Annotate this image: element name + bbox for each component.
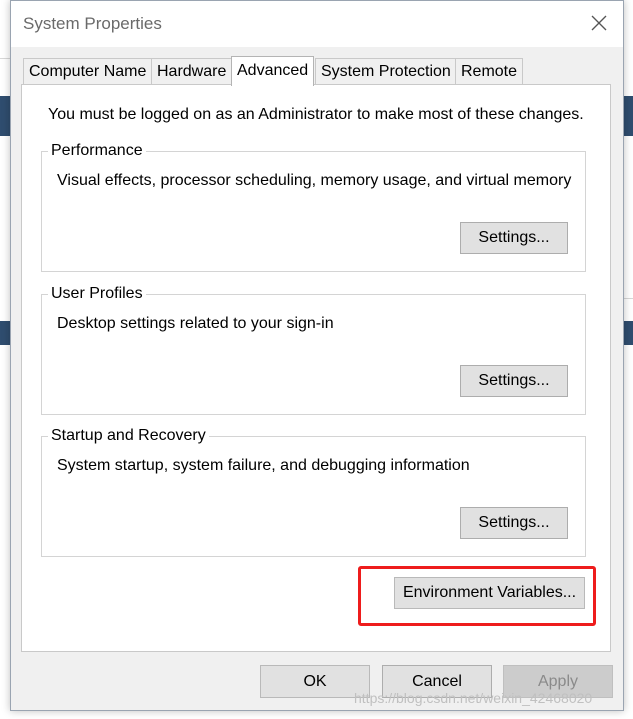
tab-computer-name[interactable]: Computer Name <box>23 58 153 84</box>
tab-advanced[interactable]: Advanced <box>231 56 315 86</box>
performance-title: Performance <box>48 142 146 160</box>
performance-group: Performance Visual effects, processor sc… <box>41 142 586 272</box>
watermark: https://blog.csdn.net/weixin_42468020 <box>354 690 593 706</box>
startup-recovery-title: Startup and Recovery <box>48 427 209 445</box>
highlight-box <box>358 566 596 626</box>
performance-description: Visual effects, processor scheduling, me… <box>57 172 572 189</box>
user-profiles-title: User Profiles <box>48 285 146 303</box>
user-profiles-settings-button[interactable]: Settings... <box>460 365 568 397</box>
user-profiles-group: User Profiles Desktop settings related t… <box>41 285 586 415</box>
startup-recovery-group: Startup and Recovery System startup, sys… <box>41 427 586 557</box>
admin-note: You must be logged on as an Administrato… <box>48 106 584 123</box>
tab-remote[interactable]: Remote <box>455 58 524 84</box>
title-bar: System Properties <box>11 1 623 47</box>
close-icon[interactable] <box>585 9 613 37</box>
startup-recovery-description: System startup, system failure, and debu… <box>57 457 470 474</box>
tab-system-protection[interactable]: System Protection <box>315 58 457 84</box>
user-profiles-description: Desktop settings related to your sign-in <box>57 315 334 332</box>
tab-hardware[interactable]: Hardware <box>151 58 233 84</box>
startup-recovery-settings-button[interactable]: Settings... <box>460 507 568 539</box>
performance-settings-button[interactable]: Settings... <box>460 222 568 254</box>
window-title: System Properties <box>23 14 162 33</box>
